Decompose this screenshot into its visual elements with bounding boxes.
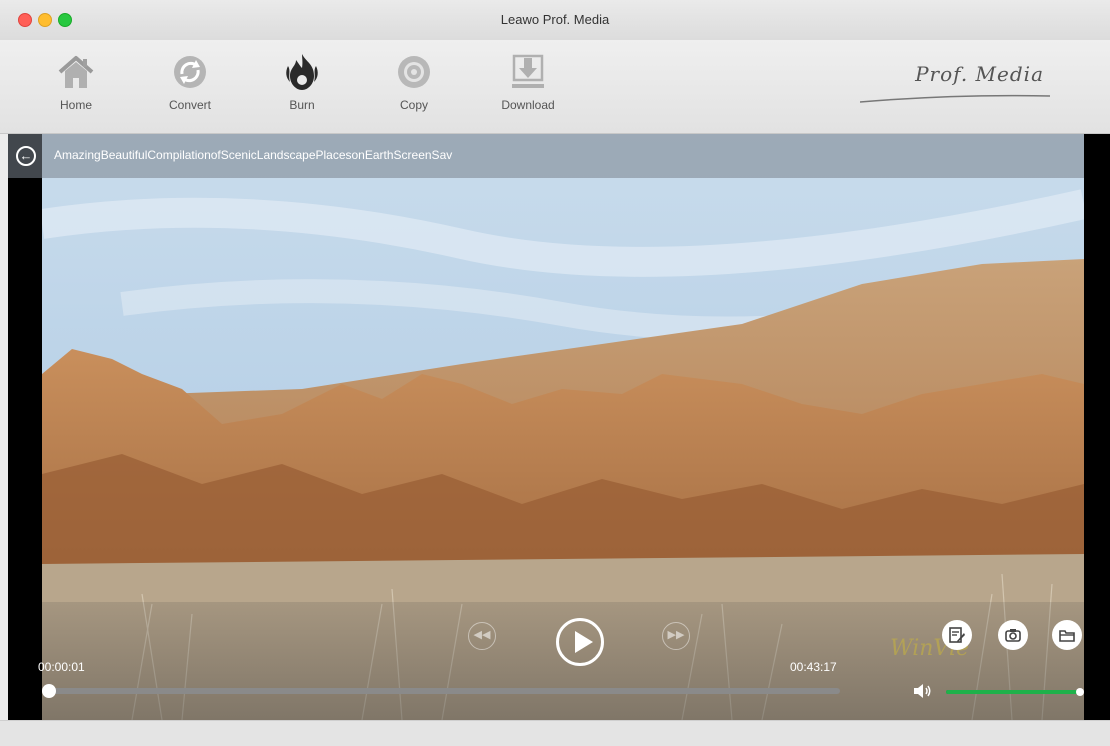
toolbar-burn-label: Burn xyxy=(262,98,342,112)
seek-bar-handle[interactable] xyxy=(42,684,56,698)
volume-slider-handle[interactable] xyxy=(1076,688,1084,696)
toolbar-copy-label: Copy xyxy=(374,98,454,112)
camera-icon xyxy=(1004,626,1022,644)
snapshot-button[interactable] xyxy=(998,620,1028,650)
volume-slider-fill xyxy=(946,690,1082,694)
burn-icon xyxy=(282,52,322,92)
toolbar-convert-button[interactable]: Convert xyxy=(150,48,230,124)
edit-icon xyxy=(948,626,966,644)
brand-logo: Prof. Media xyxy=(860,58,1050,108)
home-icon xyxy=(56,52,96,92)
current-time: 00:00:01 xyxy=(38,660,85,674)
toolbar-convert-label: Convert xyxy=(150,98,230,112)
toolbar-download-label: Download xyxy=(488,98,568,112)
main-toolbar: Home Convert Burn Copy xyxy=(0,40,1110,134)
skip-previous-icon: ◀◀ xyxy=(474,629,491,641)
copy-icon xyxy=(394,52,434,92)
volume-icon[interactable] xyxy=(912,682,934,700)
toolbar-download-button[interactable]: Download xyxy=(488,48,568,124)
skip-next-icon: ▶▶ xyxy=(668,629,685,641)
status-bar xyxy=(0,720,1110,746)
video-title-bar: ← AmazingBeautifulCompilationofScenicLan… xyxy=(8,134,1084,178)
toolbar-copy-button[interactable]: Copy xyxy=(374,48,454,124)
toolbar-home-button[interactable]: Home xyxy=(36,48,116,124)
window-title: Leawo Prof. Media xyxy=(0,12,1110,27)
back-button[interactable]: ← xyxy=(16,146,36,166)
next-button[interactable]: ▶▶ xyxy=(662,622,690,650)
player-controls: WinVie ◀◀ ▶▶ 00:00:01 0 xyxy=(42,602,1084,720)
brand-swoosh xyxy=(860,92,1050,104)
open-folder-button[interactable] xyxy=(1052,620,1082,650)
brand-text: Prof. Media xyxy=(915,62,1044,86)
video-title: AmazingBeautifulCompilationofScenicLands… xyxy=(54,148,452,162)
video-player[interactable]: ← AmazingBeautifulCompilationofScenicLan… xyxy=(8,134,1110,720)
volume-slider[interactable] xyxy=(946,690,1082,694)
window-titlebar: Leawo Prof. Media xyxy=(0,0,1110,41)
toolbar-home-label: Home xyxy=(36,98,116,112)
toolbar-burn-button[interactable]: Burn xyxy=(262,48,342,124)
convert-icon xyxy=(170,52,210,92)
download-icon xyxy=(508,52,548,92)
previous-button[interactable]: ◀◀ xyxy=(468,622,496,650)
total-time: 00:43:17 xyxy=(790,660,837,674)
seek-bar[interactable] xyxy=(46,688,840,694)
folder-icon xyxy=(1058,626,1076,644)
edit-button[interactable] xyxy=(942,620,972,650)
play-button[interactable] xyxy=(556,618,604,666)
arrow-left-icon: ← xyxy=(20,148,33,163)
